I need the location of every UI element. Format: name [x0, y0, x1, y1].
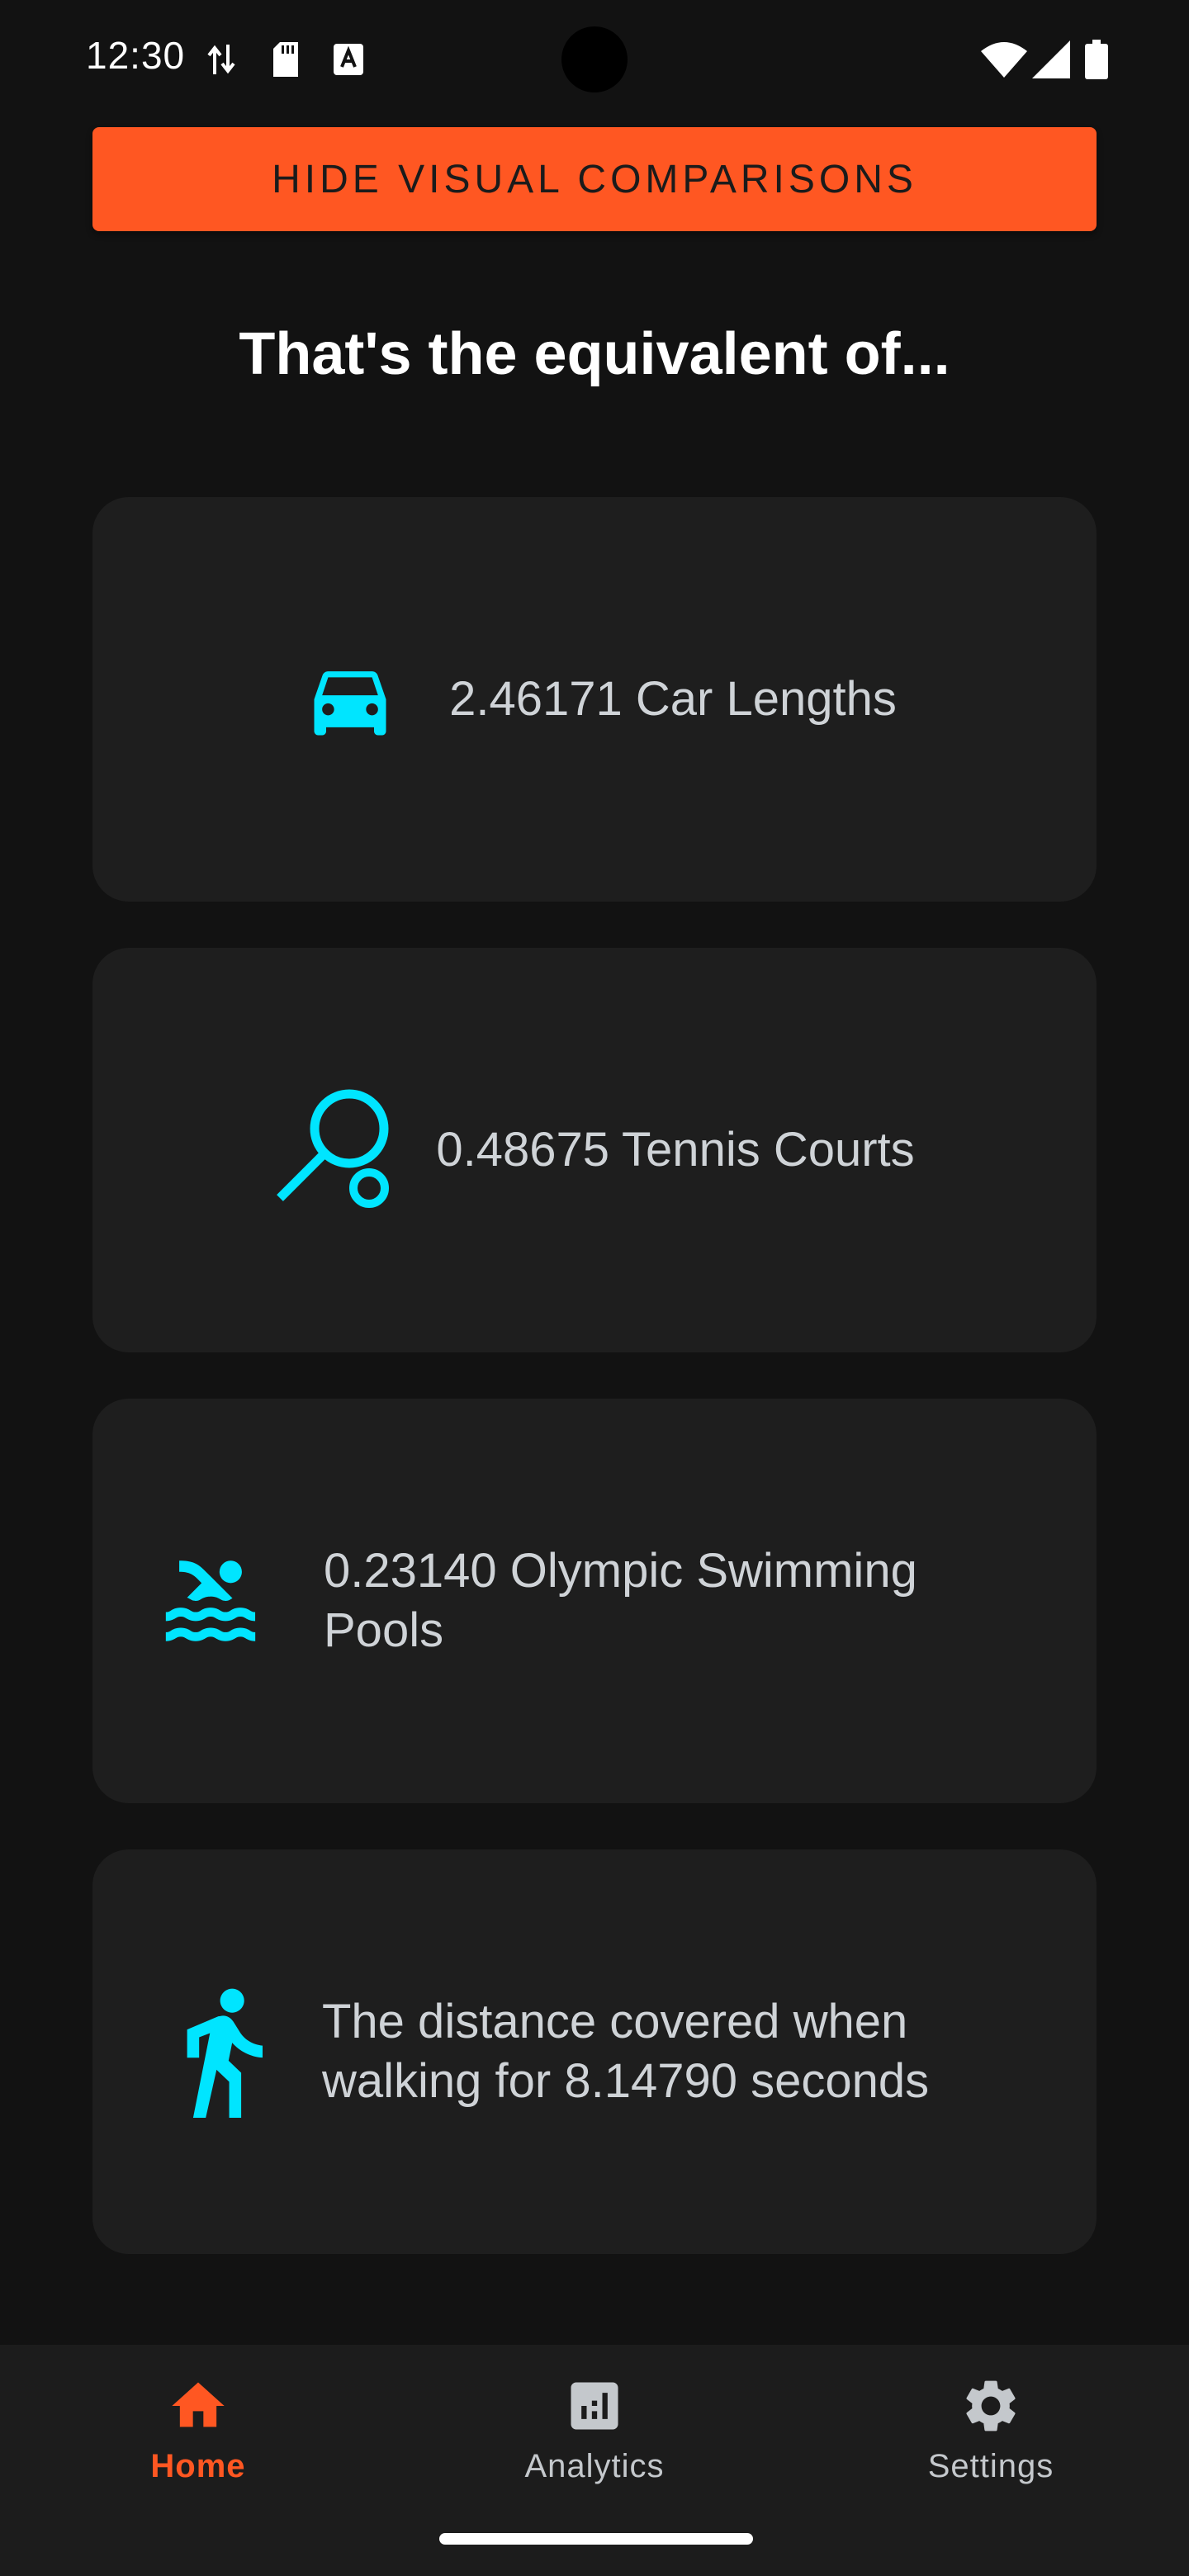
home-icon	[167, 2375, 230, 2441]
nav-label-settings: Settings	[927, 2448, 1054, 2484]
nav-item-analytics[interactable]: Analytics	[471, 2375, 718, 2485]
comparison-text: 2.46171 Car Lengths	[449, 672, 897, 726]
comparison-card-tennis: 0.48675 Tennis Courts	[92, 948, 1097, 1352]
nav-label-home: Home	[150, 2448, 246, 2484]
comparison-text: The distance covered when walking for 8.…	[322, 1995, 930, 2108]
gear-icon	[959, 2375, 1022, 2441]
sd-card-icon	[269, 36, 302, 83]
signal-icon	[1029, 36, 1073, 83]
comparison-card-car: 2.46171 Car Lengths	[92, 497, 1097, 902]
gesture-home-indicator[interactable]	[439, 2533, 753, 2545]
status-time: 12:30	[86, 34, 186, 77]
hide-visual-comparisons-button[interactable]: HIDE VISUAL COMPARISONS	[92, 127, 1097, 231]
comparison-card-swimming: 0.23140 Olympic Swimming Pools	[92, 1399, 1097, 1803]
tennis-icon	[274, 1086, 398, 1215]
battery-icon	[1080, 36, 1113, 83]
comparison-text: 0.23140 Olympic Swimming Pools	[324, 1544, 917, 1657]
front-camera	[561, 26, 628, 92]
keyboard-a-icon	[332, 36, 365, 83]
data-transfer-icon	[205, 36, 238, 83]
comparison-card-walking: The distance covered when walking for 8.…	[92, 1849, 1097, 2254]
swimming-icon	[149, 1547, 272, 1655]
nav-label-analytics: Analytics	[524, 2448, 665, 2484]
nav-item-home[interactable]: Home	[74, 2375, 322, 2485]
comparison-text: 0.48675 Tennis Courts	[436, 1123, 915, 1177]
page-heading: That's the equivalent of...	[239, 321, 950, 387]
wifi-icon	[979, 36, 1029, 83]
nav-item-settings[interactable]: Settings	[867, 2375, 1115, 2485]
status-bar: 12:30	[0, 0, 1189, 116]
walking-icon	[163, 1986, 271, 2118]
analytics-icon	[563, 2375, 626, 2441]
car-icon	[292, 651, 408, 747]
